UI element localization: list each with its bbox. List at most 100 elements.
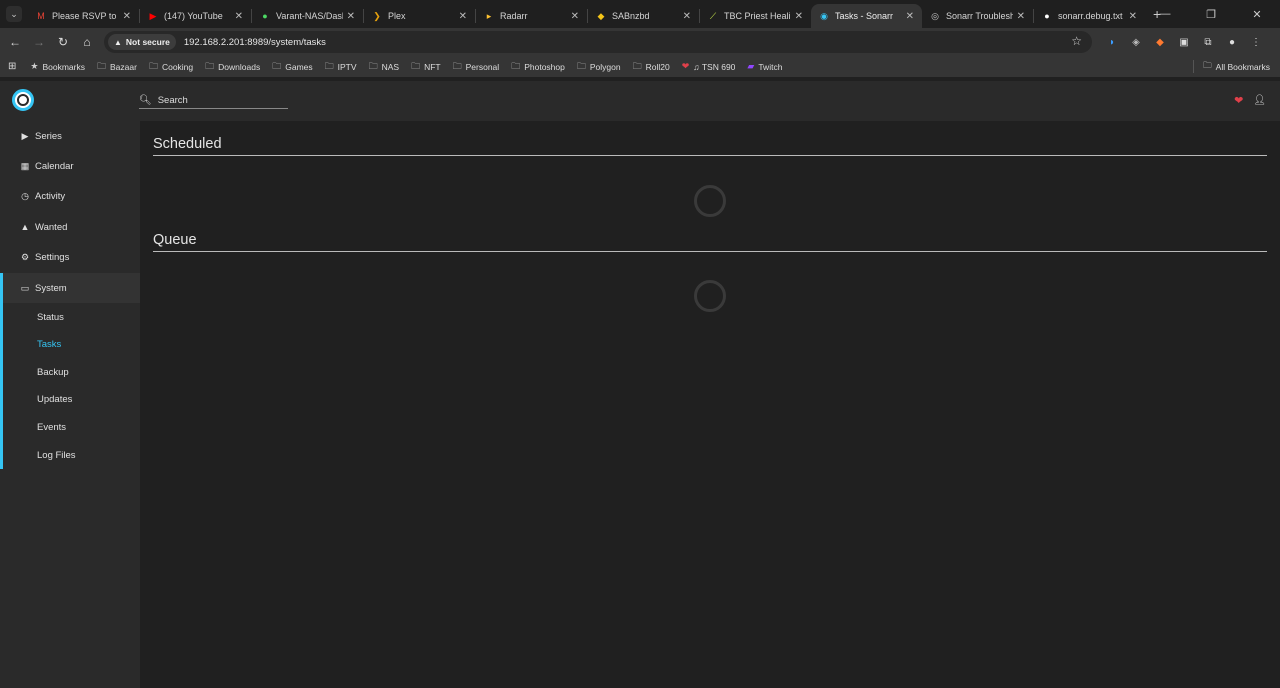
- sidebar-item-wanted[interactable]: ▲ Wanted: [0, 212, 140, 242]
- bookmark-folder[interactable]: 🗀 NAS: [369, 59, 400, 75]
- scheduled-divider: [153, 155, 1267, 156]
- folder-icon: 🗀: [96, 60, 106, 71]
- browser-tab-strip: ⌄ M Please RSVP to HC ✕ ▶ (147) YouTube ✕ ● V…: [0, 0, 1280, 28]
- search-input[interactable]: [157, 95, 278, 106]
- tab-title: Plex: [388, 11, 406, 21]
- laptop-icon: ▭: [20, 282, 30, 293]
- series-search[interactable]: 🔍︎: [139, 93, 288, 109]
- sidebar-item-label: Settings: [35, 252, 70, 264]
- sabnzbd-icon: ◆: [597, 10, 605, 21]
- browser-toolbar: ← → ↻ ⌂ ▲ Not secure 192.168.2.201:8989/s…: [0, 28, 1280, 56]
- puzzle-icon[interactable]: ⧉: [1196, 37, 1220, 48]
- folder-icon: 🗀: [576, 60, 586, 71]
- window-close-icon[interactable]: ✕: [1234, 8, 1280, 21]
- sonarr-logo[interactable]: [12, 89, 34, 111]
- browser-tab-active[interactable]: ◉ Tasks - Sonarr ✕: [811, 4, 922, 28]
- bookmark-folder[interactable]: 🗀 Games: [272, 59, 312, 75]
- clock-icon: ◷: [21, 191, 29, 202]
- sidebar-subitem-updates[interactable]: Updates: [3, 386, 140, 414]
- sidebar-item-activity[interactable]: ◷ Activity: [0, 182, 140, 212]
- close-icon[interactable]: ✕: [347, 11, 355, 22]
- minimize-icon[interactable]: —: [1142, 8, 1188, 20]
- sidebar-item-label: Wanted: [35, 221, 68, 233]
- apps-grid-icon[interactable]: ⊞: [8, 61, 16, 72]
- forward-arrow-icon[interactable]: →: [27, 35, 51, 49]
- url-text[interactable]: 192.168.2.201:8989/system/tasks: [184, 37, 326, 48]
- all-bookmarks-button[interactable]: 🗀 All Bookmarks: [1203, 56, 1270, 77]
- bookmark-folder[interactable]: 🗀 Downloads: [205, 59, 260, 75]
- sidebar-subitem-status[interactable]: Status: [3, 303, 140, 331]
- close-icon[interactable]: ✕: [906, 11, 914, 22]
- bookmark-folder[interactable]: 🗀 Personal: [453, 59, 500, 75]
- bookmark-item[interactable]: ★ Bookmarks: [30, 61, 85, 72]
- reload-icon[interactable]: ↻: [51, 35, 75, 49]
- profile-avatar[interactable]: ●: [1220, 37, 1244, 48]
- sidebar-subitem-tasks[interactable]: Tasks: [3, 331, 140, 359]
- warning-icon: ▲: [114, 37, 122, 47]
- folder-icon: 🗀: [632, 60, 642, 71]
- close-icon[interactable]: ✕: [571, 11, 579, 22]
- bookmark-folder[interactable]: 🗀 IPTV: [325, 59, 357, 75]
- browser-tab[interactable]: M Please RSVP to HC ✕: [28, 4, 139, 28]
- extension-icon[interactable]: ◈: [1124, 37, 1148, 48]
- sidebar-item-system[interactable]: ▭ System: [0, 272, 140, 304]
- folder-icon: 🗀: [272, 60, 282, 71]
- tab-title: Please RSVP to HC: [52, 11, 119, 21]
- close-icon[interactable]: ✕: [683, 11, 691, 22]
- browser-tab[interactable]: ● Varant-NAS/Dashb ✕: [252, 4, 363, 28]
- browser-tab[interactable]: ▶ (147) YouTube ✕: [140, 4, 251, 28]
- bookmark-item[interactable]: ❤ ♫ TSN 690: [682, 61, 736, 72]
- close-icon[interactable]: ✕: [123, 11, 131, 22]
- folder-icon: 🗀: [148, 60, 158, 71]
- bookmarks-bar: ⊞ ★ Bookmarks 🗀 Bazaar 🗀 Cooking 🗀 Downloads…: [0, 56, 1280, 77]
- sidebar-subitem-backup[interactable]: Backup: [3, 359, 140, 387]
- back-arrow-icon[interactable]: ←: [3, 35, 27, 49]
- bookmark-folder[interactable]: 🗀 NFT: [411, 59, 441, 75]
- dot-icon: ●: [262, 11, 268, 21]
- browser-tab[interactable]: ❯ Plex ✕: [364, 4, 475, 28]
- close-icon[interactable]: ✕: [795, 11, 803, 22]
- browser-tab[interactable]: ▸ Radarr ✕: [476, 4, 587, 28]
- folder-icon: 🗀: [511, 60, 521, 71]
- sidebar-item-label: Calendar: [35, 161, 74, 173]
- tab-search-button[interactable]: ⌄: [6, 6, 22, 22]
- tab-title: SABnzbd: [612, 11, 650, 21]
- extension-icon[interactable]: ◆: [1148, 37, 1172, 48]
- home-icon[interactable]: ⌂: [75, 35, 99, 49]
- sidebar-item-calendar[interactable]: ▦ Calendar: [0, 151, 140, 181]
- close-icon[interactable]: ✕: [459, 11, 467, 22]
- browser-tab[interactable]: ◎ Sonarr Troubleshoo ✕: [922, 4, 1033, 28]
- bookmark-folder[interactable]: 🗀 Bazaar: [97, 59, 137, 75]
- close-icon[interactable]: ✕: [235, 11, 243, 22]
- address-bar[interactable]: ▲ Not secure 192.168.2.201:8989/system/ta…: [104, 31, 1092, 53]
- sidebar-subitem-log-files[interactable]: Log Files: [3, 441, 140, 469]
- bookmark-star-icon[interactable]: ☆: [1071, 34, 1082, 48]
- more-menu-icon[interactable]: ⋮: [1244, 37, 1268, 48]
- user-icon[interactable]: 👤︎: [1253, 95, 1266, 106]
- sidebar-subitem-events[interactable]: Events: [3, 414, 140, 442]
- warning-icon: ▲: [20, 222, 30, 233]
- bookmark-folder[interactable]: 🗀 Polygon: [577, 59, 621, 75]
- restore-icon[interactable]: ❐: [1188, 8, 1234, 21]
- close-icon[interactable]: ✕: [1129, 11, 1137, 22]
- github-icon: ●: [1044, 11, 1050, 21]
- extension-icon[interactable]: ◗: [1100, 37, 1124, 48]
- sidebar-item-label: System: [35, 282, 67, 294]
- bookmark-label: IPTV: [337, 61, 357, 72]
- sidebar-item-settings[interactable]: ⚙ Settings: [0, 243, 140, 273]
- gmail-icon: M: [37, 11, 45, 21]
- donate-heart-icon[interactable]: ❤: [1234, 94, 1243, 107]
- bookmark-folder[interactable]: 🗀 Roll20: [633, 59, 670, 75]
- bookmark-folder[interactable]: 🗀 Cooking: [149, 59, 193, 75]
- bookmark-item[interactable]: ▰ Twitch: [747, 61, 782, 72]
- extension-icon[interactable]: ▣: [1172, 37, 1196, 48]
- browser-tab[interactable]: ⟋ TBC Priest Healing ✕: [700, 4, 811, 28]
- close-icon[interactable]: ✕: [1017, 11, 1025, 22]
- browser-tab[interactable]: ◆ SABnzbd ✕: [588, 4, 699, 28]
- bookmark-folder[interactable]: 🗀 Photoshop: [511, 59, 565, 75]
- sidebar-item-series[interactable]: ▶ Series: [0, 121, 140, 151]
- security-chip[interactable]: ▲ Not secure: [108, 34, 176, 50]
- browser-tab[interactable]: ● sonarr.debug.txt ✕: [1034, 4, 1145, 28]
- folder-icon: 🗀: [411, 60, 421, 71]
- search-icon: 🔍︎: [139, 95, 152, 106]
